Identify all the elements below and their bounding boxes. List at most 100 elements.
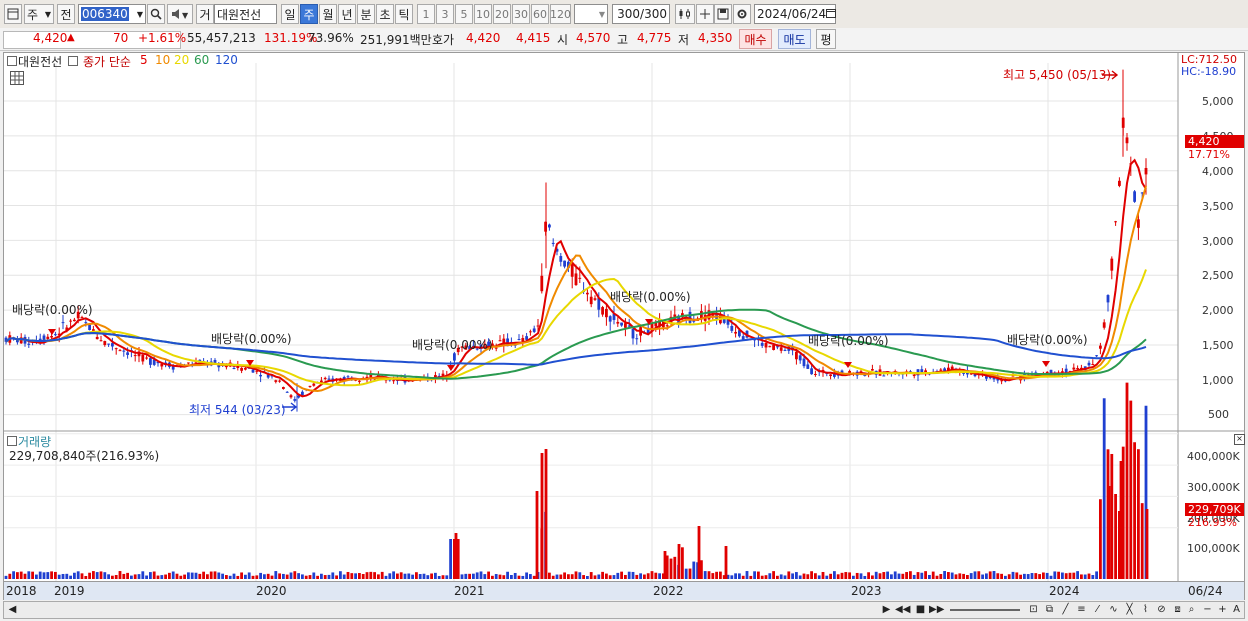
magnifier-icon[interactable]: ⌕	[1184, 603, 1199, 617]
chevron-down-icon: ▼	[44, 9, 51, 19]
volume-tag: 229,709K	[1185, 503, 1244, 516]
tool-icon[interactable]: ≡	[1074, 603, 1089, 617]
candle-body	[358, 380, 361, 382]
sell-button[interactable]: 매도	[778, 29, 811, 49]
market-select[interactable]: 주 ▼	[24, 4, 54, 24]
tool-icon[interactable]: ⌇	[1138, 603, 1153, 617]
stop-icon[interactable]: ■	[913, 603, 928, 617]
scroll-left-icon[interactable]: ◀	[5, 603, 20, 617]
chart-scrollbar[interactable]: ◀ ▶ ◀◀ ■ ▶▶ ⊡ ⧉ ╱ ≡ ⁄ ∿ ╳ ⌇ ⊘ ⧈ ⌕ − + A	[3, 601, 1245, 619]
zoom-out-icon[interactable]: −	[1200, 603, 1215, 617]
count-input[interactable]: 300/300	[612, 4, 670, 24]
gear-icon[interactable]	[733, 4, 751, 24]
tool-icon[interactable]: ∿	[1106, 603, 1121, 617]
volume-bar	[502, 575, 506, 579]
interval-60[interactable]: 60	[531, 4, 549, 24]
tool-icon[interactable]: ⊡	[1026, 603, 1041, 617]
buy-button[interactable]: 매수	[739, 29, 772, 49]
candle-body	[939, 369, 943, 371]
volume-bar	[985, 573, 988, 579]
chart-canvas[interactable]	[4, 53, 1244, 599]
interval-5[interactable]: 5	[455, 4, 473, 24]
zoom-in-icon[interactable]: +	[1215, 603, 1230, 617]
period-minute[interactable]: 분	[357, 4, 375, 24]
tool-icon[interactable]: ⊘	[1154, 603, 1169, 617]
x-axis-label: 2019	[54, 584, 85, 598]
volume-bar	[593, 575, 597, 579]
tool-icon[interactable]: ⧈	[1170, 603, 1185, 617]
rewind-icon[interactable]: ◀◀	[895, 603, 910, 617]
candle-body	[46, 336, 50, 340]
legend-ma-120: 120	[215, 53, 238, 67]
custom-interval-select[interactable]: ▼	[574, 4, 608, 24]
period-month[interactable]: 월	[319, 4, 337, 24]
candle-body	[601, 307, 604, 315]
candle-body	[548, 224, 551, 228]
dividend-annotation: 배당락(0.00%)	[808, 334, 889, 348]
price-axis-label: 3,500	[1202, 200, 1234, 213]
volume-bar	[23, 573, 27, 579]
tool-icon[interactable]: ╳	[1122, 603, 1137, 617]
save-icon[interactable]	[714, 4, 732, 24]
volume-bar	[57, 574, 61, 579]
volume-bar	[441, 575, 445, 579]
volume-bar	[475, 572, 479, 579]
interval-3[interactable]: 3	[436, 4, 454, 24]
search-icon[interactable]	[147, 4, 165, 24]
volume-bar	[156, 575, 160, 579]
eval-button[interactable]: 평	[816, 29, 836, 49]
interval-10[interactable]: 10	[474, 4, 492, 24]
volume-bar	[981, 574, 984, 579]
fast-forward-icon[interactable]: ▶▶	[929, 603, 944, 617]
volume-bar	[871, 575, 874, 579]
candle-body	[1144, 168, 1148, 175]
interval-120[interactable]: 120	[550, 4, 571, 24]
tool-icon[interactable]: ⧉	[1042, 603, 1057, 617]
date-value: 2024/06/24	[757, 7, 827, 21]
period-tick[interactable]: 틱	[395, 4, 413, 24]
calendar-icon[interactable]	[826, 7, 837, 21]
volume-bar	[278, 573, 281, 579]
volume-bar	[304, 575, 308, 579]
candle-icon[interactable]	[675, 4, 695, 24]
tool-icon[interactable]: ╱	[1058, 603, 1073, 617]
volume-bar	[103, 572, 107, 579]
interval-1[interactable]: 1	[417, 4, 435, 24]
period-second[interactable]: 초	[376, 4, 394, 24]
chart-window-icon[interactable]	[4, 4, 22, 24]
date-input[interactable]: 2024/06/24	[754, 4, 837, 24]
scroll-right-icon[interactable]: ▶	[879, 603, 894, 617]
close-icon[interactable]: ×	[1234, 434, 1245, 445]
candle-body	[616, 321, 620, 324]
volume-bar	[874, 571, 878, 579]
stock-name-field[interactable]: 대원전선	[214, 4, 277, 24]
volume-bar	[464, 573, 468, 579]
period-week[interactable]: 주	[300, 4, 318, 24]
speaker-icon[interactable]: ▼	[167, 4, 193, 24]
crosshair-icon[interactable]	[696, 4, 714, 24]
dividend-annotation: 배당락(0.00%)	[211, 332, 292, 346]
chart-area[interactable]: 대원전선 종가 단순 5 10 20 60 120 5,000 4,500 4,…	[3, 52, 1245, 600]
stock-code-input[interactable]: 006340 ▼	[78, 4, 146, 24]
candle-body	[73, 319, 76, 322]
volume-bar	[282, 573, 285, 579]
volume-bar	[118, 571, 122, 579]
period-year[interactable]: 년	[338, 4, 356, 24]
tool-icon[interactable]: ⁄	[1090, 603, 1105, 617]
zoom-slider[interactable]	[950, 609, 1020, 611]
interval-20[interactable]: 20	[493, 4, 511, 24]
volume-bar	[479, 571, 483, 579]
interval-30[interactable]: 30	[512, 4, 530, 24]
font-size-icon[interactable]: A	[1229, 603, 1244, 617]
prev-button[interactable]: 전	[57, 4, 75, 24]
volume-bar	[663, 551, 667, 579]
candle-body	[760, 342, 764, 346]
table-icon[interactable]	[10, 71, 24, 85]
volume-bar	[126, 572, 129, 579]
dividend-marker-icon	[1042, 361, 1050, 367]
candle-body	[1133, 191, 1136, 202]
volume-axis-label: 300,000K	[1187, 481, 1240, 494]
volume-bar	[244, 574, 247, 579]
period-day[interactable]: 일	[281, 4, 299, 24]
candle-body	[814, 373, 817, 375]
